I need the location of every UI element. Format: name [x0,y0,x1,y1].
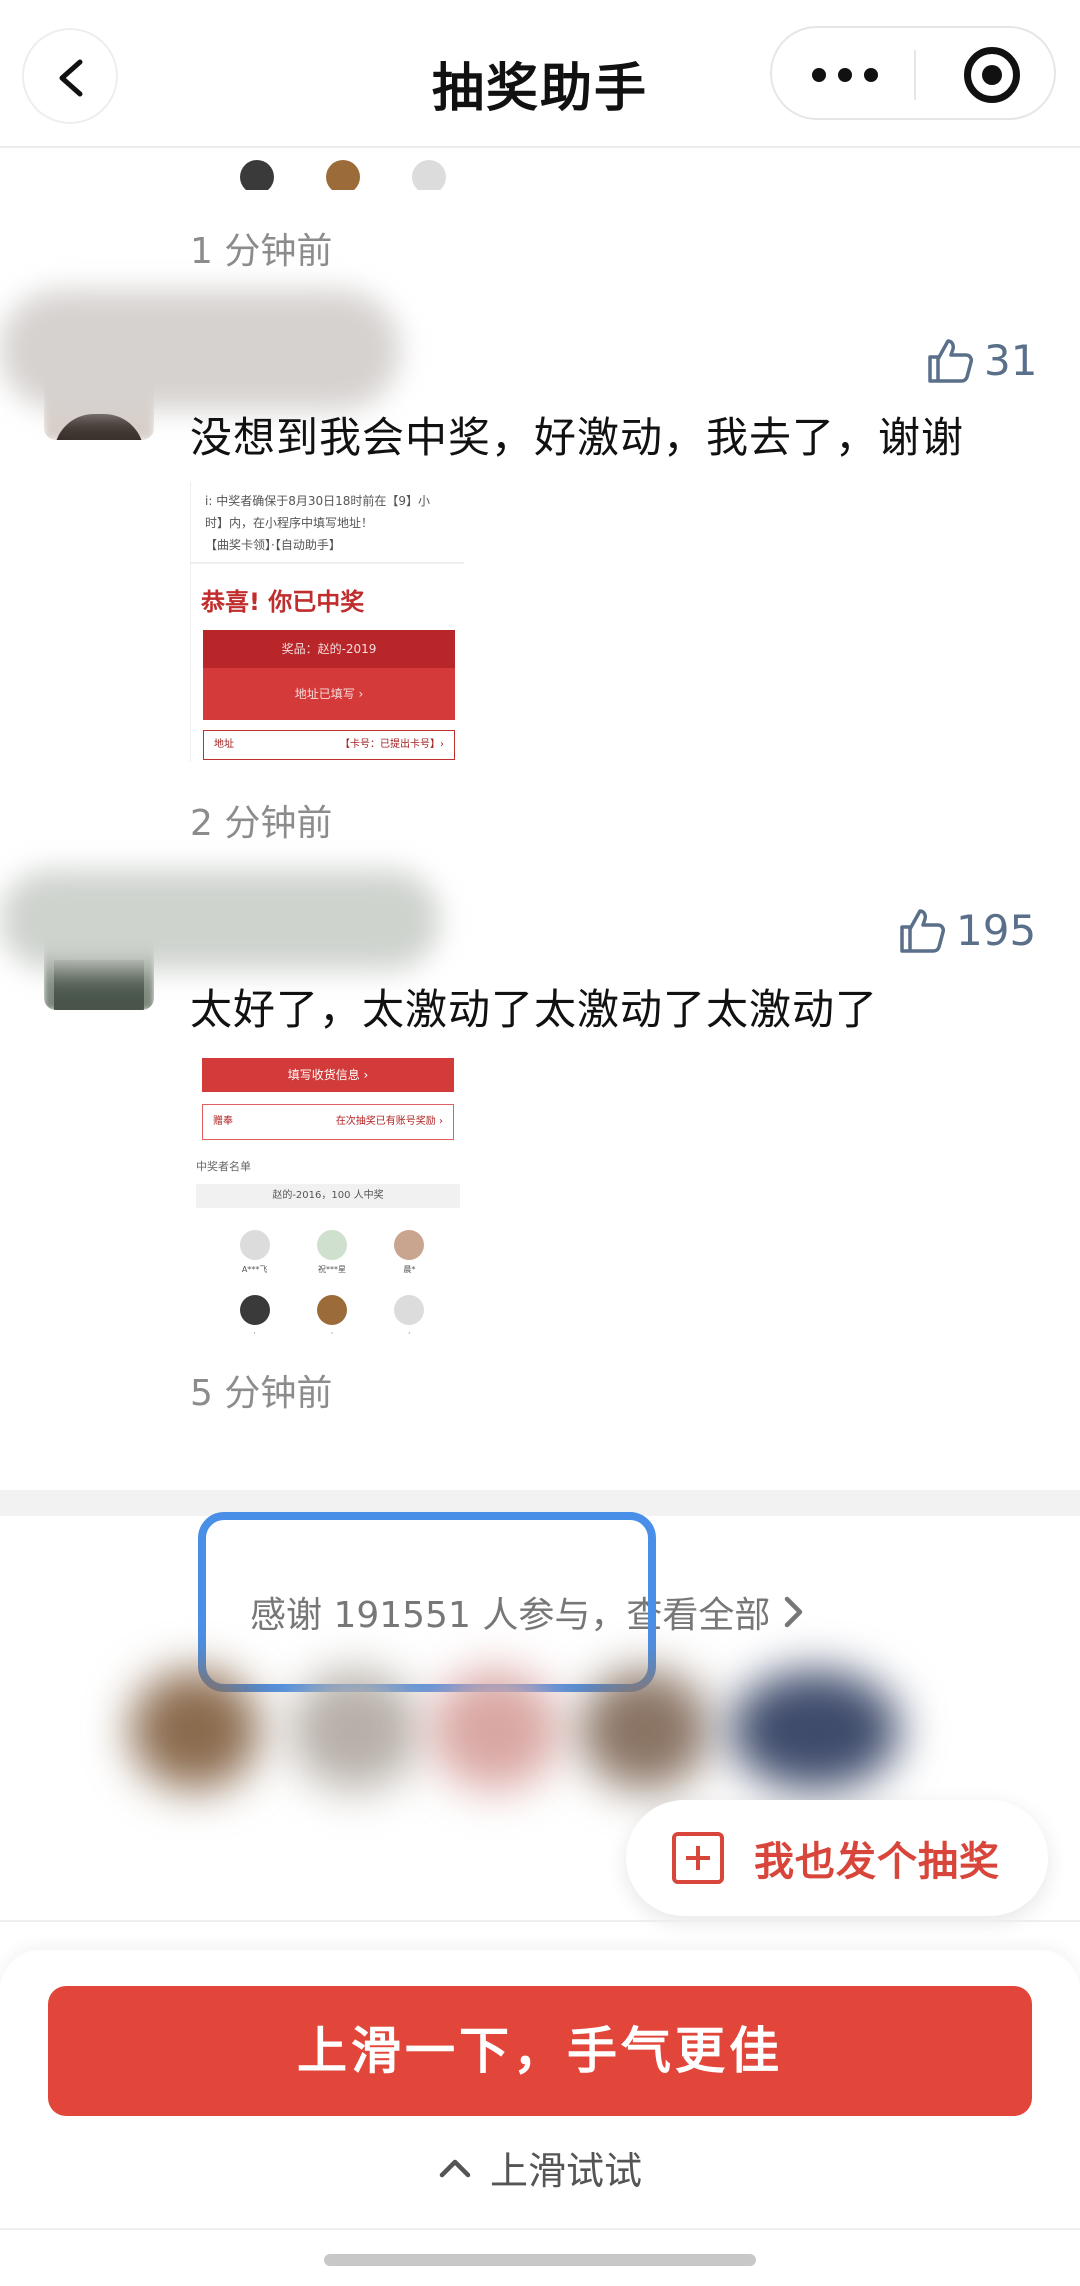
comment-image[interactable]: ⅰ: 中奖者确保于8月30日18时前在【9】小 时】内，在小程序中填写地址！ 【… [190,482,464,762]
create-lottery-label: 我也发个抽奖 [754,1839,1000,1885]
plus-square-icon [672,1832,724,1884]
like-button[interactable]: 31 [924,330,1037,390]
prize-congrats-text: 恭喜! 你已中奖 [201,588,365,616]
like-button[interactable]: 195 [896,900,1036,960]
like-count: 195 [956,905,1037,955]
home-indicator[interactable] [324,2254,756,2266]
miniprogram-capsule [770,26,1056,120]
swipe-hint-label: 上滑试试 [489,2149,642,2193]
swipe-up-button[interactable]: 上滑一下，手气更佳 [48,1986,1032,2116]
winner-avatar [240,160,274,190]
capsule-divider [914,50,916,100]
comment-text: 没想到我会中奖，好激动，我去了，谢谢 [190,413,965,462]
close-miniprogram-icon[interactable] [964,47,1020,103]
comment-text: 太好了，太激动了太激动了太激动了 [190,985,879,1034]
thumbs-up-icon [928,339,973,383]
navigation-bar: 抽奖助手 [0,0,1080,148]
comment-time: 5 分钟前 [190,1373,333,1414]
thumbs-up-icon [900,909,945,953]
swipe-hint[interactable]: 上滑试试 [0,2140,1080,2195]
more-icon[interactable] [812,64,878,86]
winner-avatar [412,160,446,190]
divider [0,2228,1080,2230]
divider [0,1920,1080,1922]
comment-image[interactable]: 填写收货信息 › 赠奉 在次抽奖已有账号奖励 › 中奖者名单 赵的-2016，10… [190,1054,464,1334]
participant-avatars [110,1660,990,1810]
comment-time: 1 分钟前 [190,231,333,272]
blurred-username [0,870,440,970]
create-lottery-button[interactable]: 我也发个抽奖 [626,1800,1048,1916]
chevron-right-icon [785,1596,803,1628]
winner-avatar [326,160,360,190]
comment-image[interactable] [206,150,446,190]
winners-label: 中奖者名单 [196,1160,251,1173]
comment-time: 2 分钟前 [190,803,333,844]
like-count: 31 [984,335,1038,385]
chevron-up-icon [439,2159,471,2177]
blurred-username [0,290,400,410]
